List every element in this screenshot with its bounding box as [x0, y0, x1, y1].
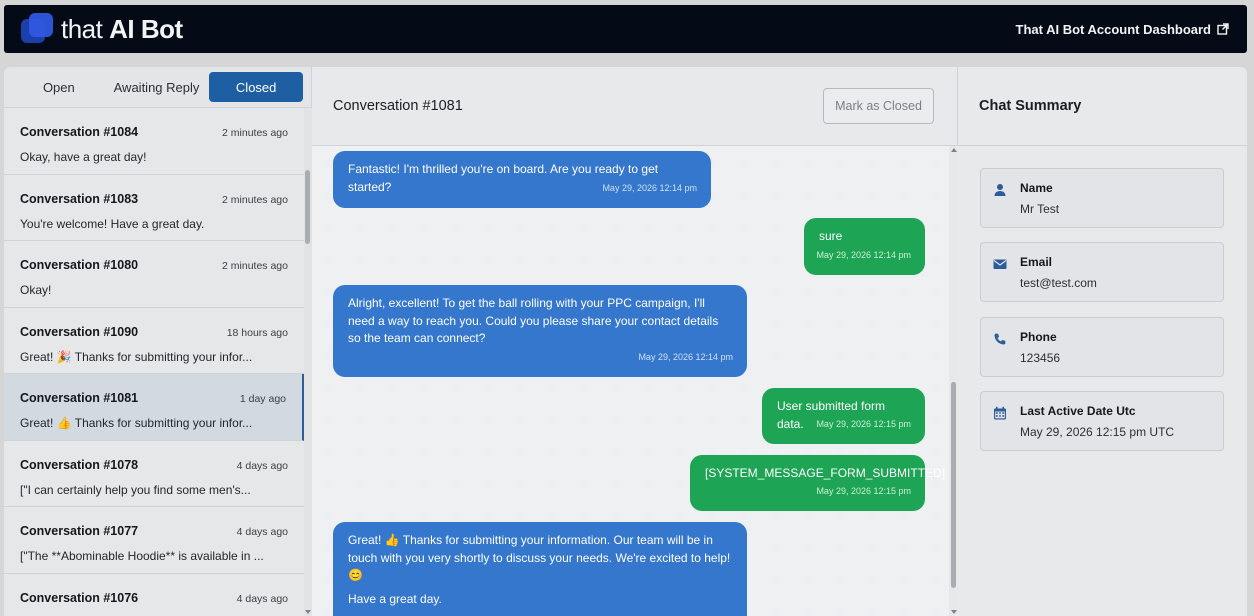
conversation-title: Conversation #1078 — [20, 457, 139, 472]
chat-title: Conversation #1081 — [333, 98, 463, 114]
top-bar: that AI Bot That AI Bot Account Dashboar… — [4, 5, 1247, 53]
conversation-item[interactable]: Conversation #1076 4 days ago — [4, 574, 304, 616]
summary-card-email: Email test@test.com — [980, 242, 1224, 302]
phone-icon — [994, 333, 1006, 345]
summary-card-phone: Phone 123456 — [980, 317, 1224, 377]
app-shell: Open Awaiting Reply Closed Conversation … — [4, 67, 1247, 616]
account-dashboard-link[interactable]: That AI Bot Account Dashboard — [1016, 22, 1229, 37]
conversation-item[interactable]: Conversation #1090 18 hours ago Great! 🎉 … — [4, 308, 304, 374]
scroll-down-arrow-icon[interactable] — [305, 610, 311, 614]
status-tabs: Open Awaiting Reply Closed — [4, 67, 311, 108]
conversation-time: 2 minutes ago — [222, 127, 288, 139]
conversation-title: Conversation #1090 — [20, 324, 139, 339]
conversation-list: Conversation #1084 2 minutes ago Okay, ha… — [4, 108, 304, 616]
conversation-title: Conversation #1077 — [20, 524, 139, 538]
conversation-snippet: Okay! — [20, 283, 52, 297]
mark-as-closed-button[interactable]: Mark as Closed — [823, 88, 934, 124]
conversation-item[interactable]: Conversation #1080 2 minutes ago Okay! — [4, 241, 304, 308]
summary-label: Email — [1020, 255, 1053, 269]
brand-name-bold: AI Bot — [109, 13, 183, 44]
message-thread: Fantastic! I'm thrilled you're on board.… — [312, 146, 958, 616]
conversation-item[interactable]: Conversation #1077 4 days ago ["The **Abo… — [4, 507, 304, 574]
bot-message: Alright, excellent! To get the ball roll… — [333, 285, 747, 377]
conversation-snippet: Great! 🎉 Thanks for submitting your info… — [20, 349, 253, 364]
conversation-title: Conversation #1083 — [20, 191, 139, 206]
conversation-snippet: Okay, have a great day! — [20, 150, 147, 164]
user-icon — [994, 184, 1006, 196]
conversation-item[interactable]: Conversation #1084 2 minutes ago Okay, ha… — [4, 108, 304, 175]
logo-icon — [21, 13, 53, 45]
summary-card-name: Name Mr Test — [980, 168, 1224, 228]
conversation-title: Conversation #1076 — [20, 590, 139, 605]
message-text: [SYSTEM_MESSAGE_FORM_SUBMITTED] — [705, 466, 946, 480]
brand-logo[interactable]: that AI Bot — [21, 13, 183, 45]
message-text: Alright, excellent! To get the ball roll… — [348, 296, 719, 345]
conversation-list-scrollbar[interactable] — [304, 108, 312, 616]
conversation-snippet: You're welcome! Have a great day. — [20, 216, 205, 231]
brand-name: that AI Bot — [61, 14, 183, 45]
conversation-time: 1 day ago — [239, 393, 286, 405]
message-text: Great! 👍 Thanks for submitting your info… — [348, 533, 731, 582]
scrollbar-thumb[interactable] — [951, 382, 956, 588]
message-timestamp: May 29, 2026 12:15 pm — [816, 485, 911, 496]
message-text-line-2: Have a great day. — [348, 591, 442, 606]
summary-label: Last Active Date Utc — [1020, 404, 1136, 418]
message-timestamp: May 29, 2026 12:14 pm — [816, 249, 911, 260]
conversation-panel: Open Awaiting Reply Closed Conversation … — [4, 67, 312, 616]
summary-label: Name — [1020, 181, 1053, 195]
summary-header: Chat Summary — [958, 67, 1247, 146]
tab-closed[interactable]: Closed — [209, 72, 303, 102]
conversation-time: 2 minutes ago — [222, 260, 288, 272]
conversation-title: Conversation #1084 — [20, 125, 139, 139]
conversation-item[interactable]: Conversation #1078 4 days ago ["I can cer… — [4, 441, 304, 507]
conversation-time: 4 days ago — [236, 459, 288, 472]
conversation-title: Conversation #1080 — [20, 258, 139, 272]
summary-value: test@test.com — [1020, 276, 1097, 290]
tab-awaiting-reply[interactable]: Awaiting Reply — [104, 72, 210, 102]
summary-value: May 29, 2026 12:15 pm UTC — [1020, 425, 1175, 439]
message-timestamp: May 29, 2026 12:14 pm — [638, 351, 733, 362]
conversation-snippet: ["The **Abominable Hoodie** is available… — [20, 549, 264, 563]
scroll-down-arrow-icon[interactable] — [951, 610, 957, 614]
calendar-icon — [994, 406, 1006, 420]
message-text: sure — [819, 229, 843, 243]
summary-label: Phone — [1020, 330, 1057, 344]
message-timestamp: May 29, 2026 12:15 pm — [816, 418, 911, 429]
summary-title: Chat Summary — [979, 98, 1082, 114]
chat-summary-panel: Chat Summary Name Mr Test Email test@tes… — [958, 67, 1247, 616]
conversation-item-selected[interactable]: Conversation #1081 1 day ago Great! 👍 Tha… — [4, 374, 304, 441]
chat-panel: Conversation #1081 Mark as Closed Fantas… — [312, 67, 958, 616]
conversation-snippet: ["I can certainly help you find some men… — [20, 482, 251, 497]
conversation-time: 18 hours ago — [226, 326, 288, 339]
brand-name-light: that — [61, 13, 103, 44]
scroll-up-arrow-icon[interactable] — [951, 148, 957, 152]
bot-message: Great! 👍 Thanks for submitting your info… — [333, 522, 747, 616]
scrollbar-thumb[interactable] — [305, 170, 310, 244]
message-timestamp: May 29, 2026 12:14 pm — [602, 182, 697, 193]
conversation-title: Conversation #1081 — [20, 391, 139, 405]
conversation-snippet: Great! 👍 Thanks for submitting your info… — [20, 416, 253, 430]
chat-scrollbar[interactable] — [949, 146, 958, 616]
user-message: [SYSTEM_MESSAGE_FORM_SUBMITTED] May 29, … — [690, 455, 946, 511]
conversation-item[interactable]: Conversation #1083 2 minutes ago You're w… — [4, 175, 304, 241]
user-message: sure May 29, 2026 12:14 pm — [804, 218, 925, 275]
bot-message: Fantastic! I'm thrilled you're on board.… — [333, 151, 711, 208]
conversation-time: 4 days ago — [236, 592, 288, 605]
summary-value: 123456 — [1020, 351, 1061, 365]
chat-header: Conversation #1081 Mark as Closed — [312, 67, 957, 146]
account-dashboard-label: That AI Bot Account Dashboard — [1015, 21, 1211, 37]
user-message: User submitted form data. May 29, 2026 1… — [762, 388, 925, 444]
external-link-icon — [1217, 23, 1229, 35]
conversation-time: 2 minutes ago — [222, 193, 288, 206]
tab-open[interactable]: Open — [14, 72, 104, 102]
envelope-icon — [993, 259, 1007, 269]
conversation-time: 4 days ago — [236, 526, 288, 538]
summary-value: Mr Test — [1020, 202, 1060, 216]
summary-card-last-active: Last Active Date Utc May 29, 2026 12:15 … — [980, 391, 1224, 451]
